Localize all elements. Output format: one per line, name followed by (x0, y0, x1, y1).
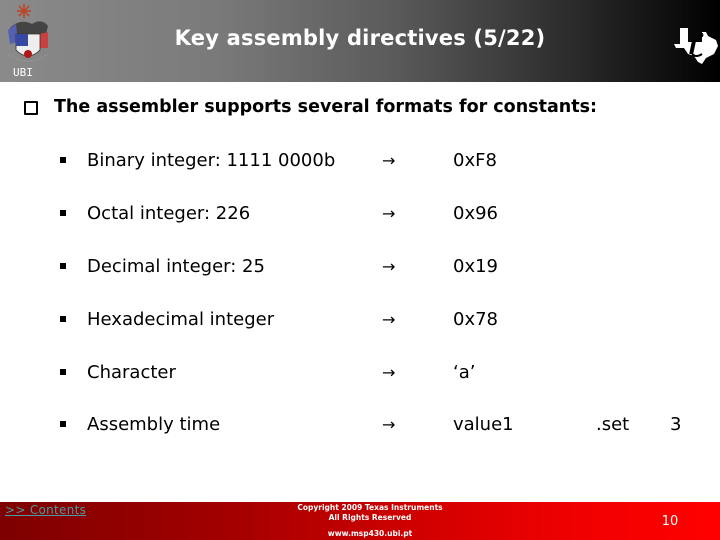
contents-link[interactable]: >> Contents (5, 503, 86, 517)
slide-title: Key assembly directives (5/22) (174, 26, 546, 50)
item-label: Character (87, 361, 176, 383)
main-point: The assembler supports several formats f… (24, 97, 597, 117)
item-value: 0x19 (453, 255, 499, 277)
item-value: 0x78 (453, 308, 499, 330)
item-operand: 3 (670, 413, 682, 435)
item-value: value1 (453, 413, 514, 435)
item-label: Assembly time (87, 413, 221, 435)
right-arrow-icon: → (382, 150, 396, 170)
right-arrow-icon: → (382, 414, 396, 434)
item-value: 0x96 (453, 202, 499, 224)
ubi-logo-label: UBI (13, 66, 33, 79)
square-bullet-icon (60, 369, 66, 375)
checkbox-bullet-icon (24, 101, 38, 115)
item-value: ‘a’ (453, 361, 476, 383)
right-arrow-icon: → (382, 362, 396, 382)
texas-instruments-logo-icon (672, 22, 720, 68)
square-bullet-icon (60, 421, 66, 427)
item-label: Binary integer: 1111 0000b (87, 149, 336, 171)
main-point-text: The assembler supports several formats f… (54, 97, 597, 117)
copyright-line-1: Copyright 2009 Texas Instruments (297, 503, 443, 512)
item-label: Hexadecimal integer (87, 308, 275, 330)
page-number: 10 (661, 514, 679, 529)
item-directive: .set (596, 413, 630, 435)
square-bullet-icon (60, 210, 66, 216)
right-arrow-icon: → (382, 203, 396, 223)
header-bar: UBI Key assembly directives (5/22) (0, 0, 720, 82)
copyright-line-2: All Rights Reserved (328, 513, 412, 522)
copyright-notice: Copyright 2009 Texas Instruments All Rig… (270, 503, 470, 523)
item-label: Octal integer: 226 (87, 202, 251, 224)
right-arrow-icon: → (382, 309, 396, 329)
right-arrow-icon: → (382, 256, 396, 276)
item-value: 0xF8 (453, 149, 497, 171)
item-label: Decimal integer: 25 (87, 255, 265, 277)
square-bullet-icon (60, 263, 66, 269)
website-url: www.msp430.ubi.pt (327, 529, 413, 538)
square-bullet-icon (60, 157, 66, 163)
square-bullet-icon (60, 316, 66, 322)
